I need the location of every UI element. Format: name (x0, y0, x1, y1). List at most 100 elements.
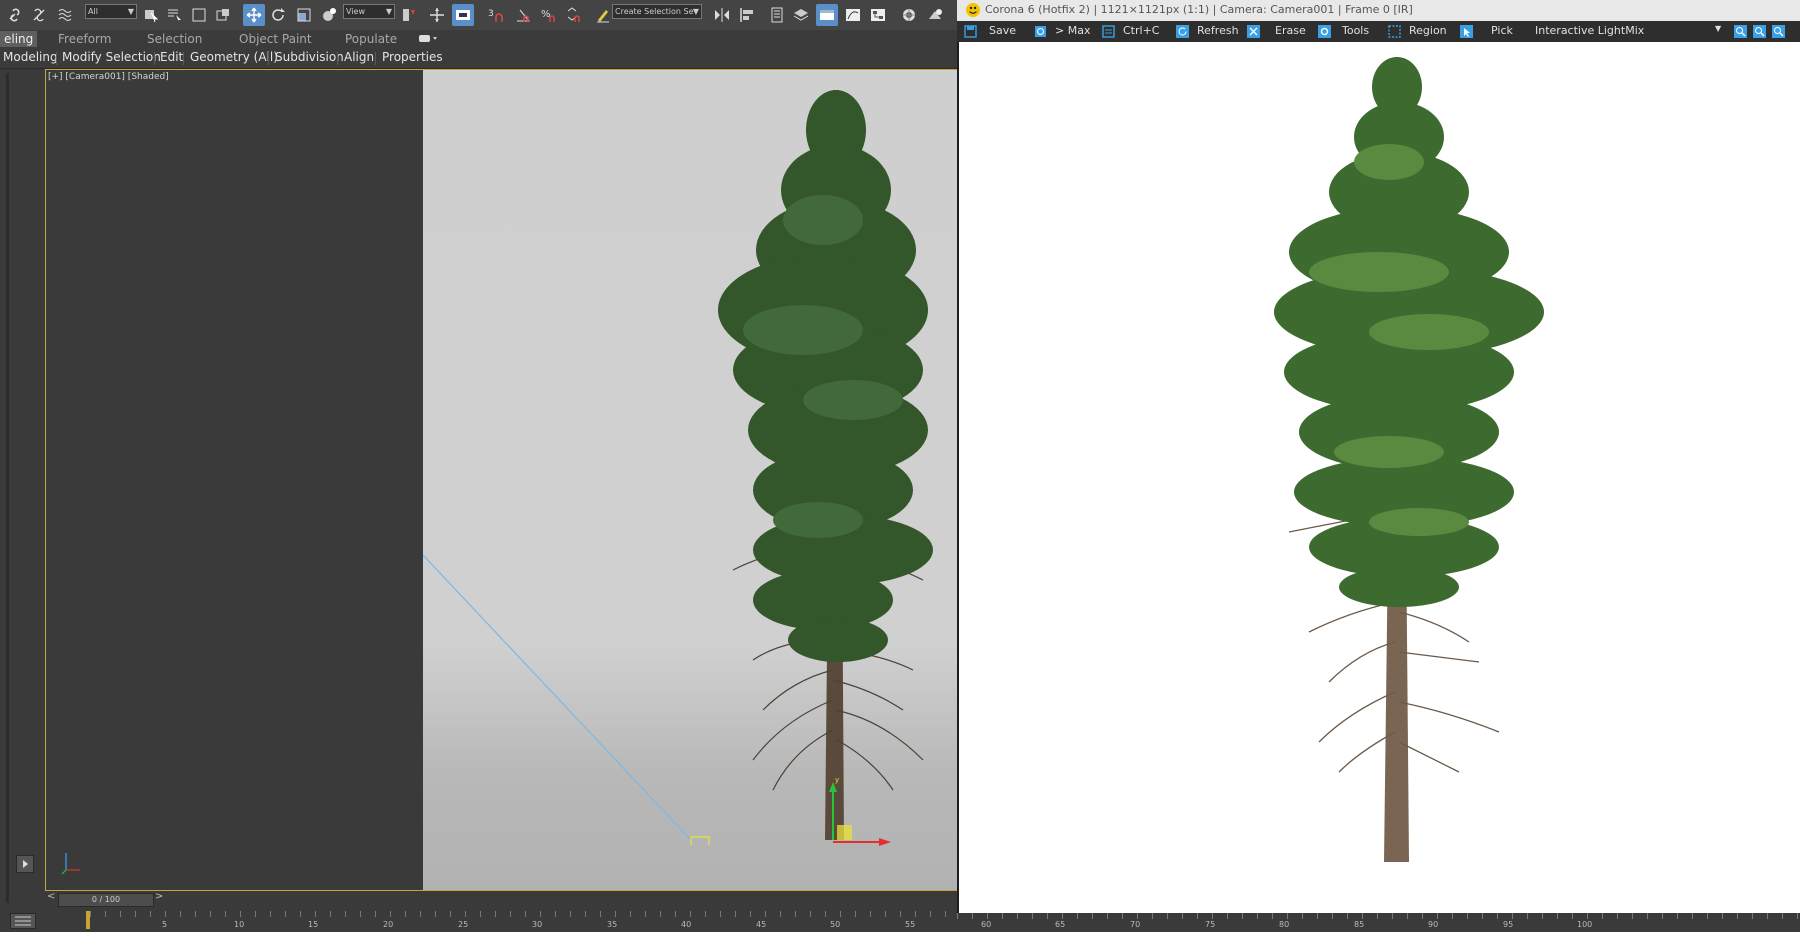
copy-button[interactable]: Ctrl+C (1123, 24, 1159, 37)
rectangular-selection-icon[interactable] (188, 4, 210, 26)
ribbon-panel-subdivision[interactable]: Subdivision (275, 50, 344, 64)
named-selection-dropdown[interactable]: Create Selection Se ▼ (612, 4, 702, 19)
ribbon-divider (154, 52, 155, 65)
rotate-icon[interactable] (267, 4, 289, 26)
chevron-down-icon: ▼ (692, 7, 699, 16)
reference-coordinate-value: View (346, 7, 365, 16)
to-max-button[interactable]: > Max (1055, 24, 1090, 37)
material-editor-icon[interactable] (898, 4, 920, 26)
zoom-in-icon[interactable] (1733, 24, 1747, 38)
toggle-ribbon-icon[interactable] (816, 4, 838, 26)
copy-icon[interactable] (1101, 24, 1115, 38)
refresh-icon[interactable] (1175, 24, 1189, 38)
region-button[interactable]: Region (1409, 24, 1447, 37)
tab-modeling[interactable]: eling (0, 31, 38, 47)
ruler-tick-label: 90 (1428, 920, 1439, 929)
ribbon-panel-modeling[interactable]: Modeling (3, 50, 58, 64)
track-bar-settings-icon[interactable] (10, 913, 36, 929)
corona-status-ruler: 60 65 70 75 80 85 90 95 100 (957, 913, 1800, 932)
time-next-arrow[interactable]: > (155, 891, 163, 902)
bind-space-warp-icon[interactable] (54, 4, 76, 26)
ribbon-panel-geometry[interactable]: Geometry (All) (190, 50, 278, 64)
selection-filter-value: All (88, 7, 98, 16)
viewport-scene[interactable]: y (422, 70, 957, 890)
curve-editor-icon[interactable] (842, 4, 864, 26)
spinner-snap-icon[interactable] (563, 4, 585, 26)
align-icon[interactable] (736, 4, 758, 26)
erase-button[interactable]: Erase (1275, 24, 1306, 37)
track-tick-label: 30 (532, 920, 543, 929)
ribbon-panel-modify-selection[interactable]: Modify Selection (62, 50, 161, 64)
zoom-fit-icon[interactable] (1771, 24, 1785, 38)
pick-icon[interactable] (1459, 24, 1473, 38)
gizmo-x-arrow (879, 838, 891, 846)
corona-toolbar: Save > Max Ctrl+C Refresh Erase Tools Re… (957, 21, 1800, 42)
mirror-icon[interactable] (711, 4, 733, 26)
track-tick-label: 40 (681, 920, 692, 929)
view-axis-tripod-icon (58, 845, 88, 875)
angle-snap-icon[interactable] (512, 4, 534, 26)
erase-icon[interactable] (1246, 24, 1260, 38)
tab-object-paint[interactable]: Object Paint (239, 32, 312, 46)
corona-logo-icon (965, 2, 981, 18)
time-slider-handle[interactable]: 0 / 100 (58, 893, 154, 907)
unlink-icon[interactable] (28, 4, 50, 26)
ribbon-divider (56, 52, 57, 65)
link-icon[interactable] (4, 4, 26, 26)
pivot-center-icon[interactable] (398, 4, 420, 26)
tools-button[interactable]: Tools (1342, 24, 1369, 37)
refresh-button[interactable]: Refresh (1197, 24, 1239, 37)
ribbon-panel-edit[interactable]: Edit (160, 50, 183, 64)
select-object-icon[interactable] (140, 4, 162, 26)
ribbon-panel-properties[interactable]: Properties (382, 50, 443, 64)
window-crossing-icon[interactable] (212, 4, 234, 26)
tab-freeform[interactable]: Freeform (58, 32, 111, 46)
render-setup-icon[interactable] (924, 4, 946, 26)
snap-number: 3 (488, 9, 494, 19)
snaps-toggle-icon[interactable]: 3 (486, 4, 508, 26)
expand-track-bar-button[interactable] (16, 855, 34, 873)
tools-icon[interactable] (1317, 24, 1331, 38)
ruler-tick-label: 95 (1503, 920, 1514, 929)
tab-populate[interactable]: Populate (345, 32, 397, 46)
ribbon-panel-align[interactable]: Align (344, 50, 374, 64)
tab-selection[interactable]: Selection (147, 32, 202, 46)
time-prev-arrow[interactable]: < (47, 891, 55, 902)
ribbon-options-icon[interactable] (418, 33, 438, 44)
viewport-label[interactable]: [+] [Camera001] [Shaded] (48, 72, 169, 82)
save-icon[interactable] (963, 24, 977, 38)
selection-filter-dropdown[interactable]: All ▼ (85, 4, 137, 19)
ribbon-divider (268, 52, 269, 65)
ribbon-tab-bar: eling Freeform Selection Object Paint Po… (0, 30, 960, 48)
move-icon[interactable] (243, 4, 265, 26)
edit-named-selection-icon[interactable] (592, 4, 614, 26)
tree-foliage (718, 90, 933, 662)
scale-icon[interactable] (293, 4, 315, 26)
manipulate-icon[interactable] (426, 4, 448, 26)
percent-snap-icon[interactable]: % (538, 4, 560, 26)
lightmix-dropdown[interactable]: Interactive LightMix (1535, 24, 1644, 37)
named-selection-value: Create Selection Se (615, 7, 694, 16)
corona-render-canvas[interactable] (959, 42, 1800, 913)
region-icon[interactable] (1387, 24, 1401, 38)
gizmo-plane-handle[interactable] (837, 825, 852, 840)
select-by-name-icon[interactable] (163, 4, 185, 26)
zoom-out-icon[interactable] (1752, 24, 1766, 38)
track-tick-label: 10 (234, 920, 245, 929)
schematic-view-icon[interactable] (867, 4, 889, 26)
ribbon-divider (183, 52, 184, 65)
place-icon[interactable] (318, 4, 340, 26)
track-tick-label: 20 (383, 920, 394, 929)
track-tick-label: 15 (308, 920, 319, 929)
ribbon-divider (375, 52, 376, 65)
to-max-icon[interactable] (1033, 24, 1047, 38)
save-button[interactable]: Save (989, 24, 1016, 37)
reference-coordinate-dropdown[interactable]: View ▼ (343, 4, 395, 19)
chevron-down-icon: ▼ (127, 7, 134, 16)
pick-button[interactable]: Pick (1491, 24, 1513, 37)
time-slider-bar: < > (45, 891, 957, 909)
chevron-down-icon[interactable]: ▼ (1715, 24, 1721, 33)
keyboard-shortcut-override-icon[interactable] (452, 4, 474, 26)
toggle-scene-explorer-icon[interactable] (766, 4, 788, 26)
toggle-layer-explorer-icon[interactable] (790, 4, 812, 26)
